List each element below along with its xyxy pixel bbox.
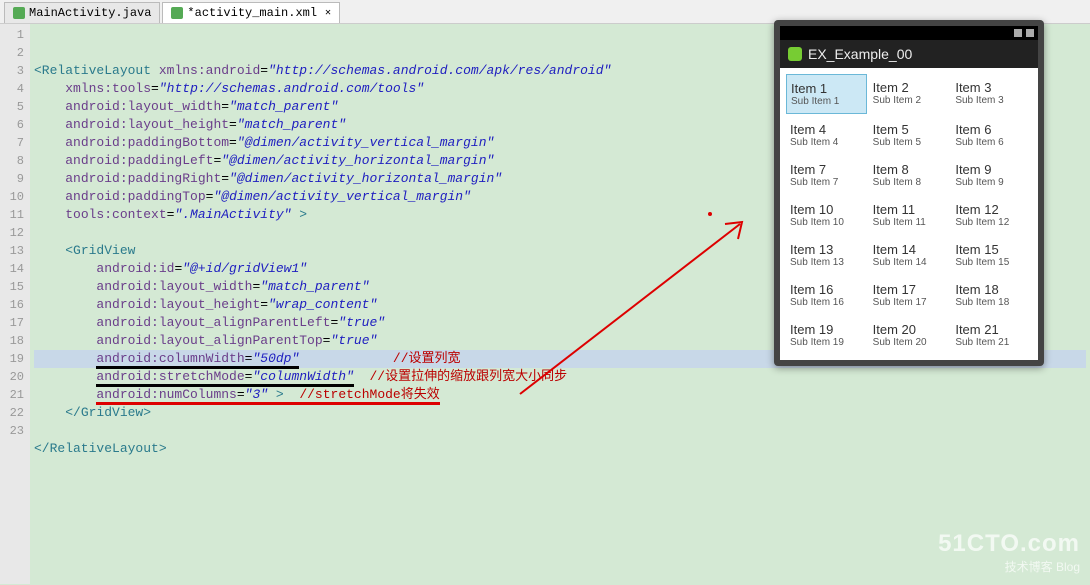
grid-item-subtitle: Sub Item 1 xyxy=(791,96,862,107)
grid-item[interactable]: Item 7Sub Item 7 xyxy=(786,156,867,194)
watermark-big: 51CTO.com xyxy=(938,530,1080,558)
close-icon[interactable]: ✕ xyxy=(325,7,331,19)
grid-item-subtitle: Sub Item 8 xyxy=(873,177,946,188)
grid-item-title: Item 1 xyxy=(791,81,862,96)
code-line[interactable] xyxy=(34,458,1086,476)
grid-item[interactable]: Item 5Sub Item 5 xyxy=(869,116,950,154)
code-line[interactable]: android:stretchMode="columnWidth" //设置拉伸… xyxy=(34,368,1086,386)
grid-item-title: Item 17 xyxy=(873,282,946,297)
grid-item[interactable]: Item 8Sub Item 8 xyxy=(869,156,950,194)
grid-item-subtitle: Sub Item 18 xyxy=(955,297,1028,308)
grid-item-title: Item 10 xyxy=(790,202,863,217)
app-icon xyxy=(788,47,802,61)
grid-item-title: Item 13 xyxy=(790,242,863,257)
grid-item[interactable]: Item 10Sub Item 10 xyxy=(786,196,867,234)
line-gutter: 1234567891011121314151617181920212223 xyxy=(0,24,30,584)
grid-item[interactable]: Item 11Sub Item 11 xyxy=(869,196,950,234)
grid-item-title: Item 12 xyxy=(955,202,1028,217)
grid-item[interactable]: Item 4Sub Item 4 xyxy=(786,116,867,154)
grid-item-subtitle: Sub Item 20 xyxy=(873,337,946,348)
grid-item-subtitle: Sub Item 19 xyxy=(790,337,863,348)
grid-item-title: Item 20 xyxy=(873,322,946,337)
grid-item-title: Item 21 xyxy=(955,322,1028,337)
grid-item-title: Item 9 xyxy=(955,162,1028,177)
grid-item-title: Item 16 xyxy=(790,282,863,297)
grid-item-subtitle: Sub Item 14 xyxy=(873,257,946,268)
app-title: EX_Example_00 xyxy=(808,46,912,62)
grid-item-subtitle: Sub Item 7 xyxy=(790,177,863,188)
grid-item-subtitle: Sub Item 5 xyxy=(873,137,946,148)
grid-item-title: Item 8 xyxy=(873,162,946,177)
code-line[interactable]: android:numColumns="3" > //stretchMode将失… xyxy=(34,386,1086,404)
grid-item[interactable]: Item 6Sub Item 6 xyxy=(951,116,1032,154)
battery-icon xyxy=(1026,29,1034,37)
grid-item[interactable]: Item 1Sub Item 1 xyxy=(786,74,867,114)
grid-item-title: Item 6 xyxy=(955,122,1028,137)
grid-item-subtitle: Sub Item 6 xyxy=(955,137,1028,148)
code-line[interactable] xyxy=(34,422,1086,440)
grid-item[interactable]: Item 18Sub Item 18 xyxy=(951,276,1032,314)
app-titlebar: EX_Example_00 xyxy=(780,40,1038,68)
device-content: Item 1Sub Item 1Item 2Sub Item 2Item 3Su… xyxy=(780,68,1038,360)
grid-item[interactable]: Item 3Sub Item 3 xyxy=(951,74,1032,114)
grid-item-title: Item 19 xyxy=(790,322,863,337)
file-icon xyxy=(13,7,25,19)
grid-item-subtitle: Sub Item 17 xyxy=(873,297,946,308)
tab-1[interactable]: *activity_main.xml ✕ xyxy=(162,2,340,23)
grid-item[interactable]: Item 20Sub Item 20 xyxy=(869,316,950,354)
grid-item[interactable]: Item 13Sub Item 13 xyxy=(786,236,867,274)
grid-item-title: Item 3 xyxy=(955,80,1028,95)
grid-item[interactable]: Item 2Sub Item 2 xyxy=(869,74,950,114)
grid-item-title: Item 15 xyxy=(955,242,1028,257)
grid-item[interactable]: Item 9Sub Item 9 xyxy=(951,156,1032,194)
emulator-preview: EX_Example_00 Item 1Sub Item 1Item 2Sub … xyxy=(774,20,1044,366)
signal-icon xyxy=(1014,29,1022,37)
grid-item-subtitle: Sub Item 21 xyxy=(955,337,1028,348)
watermark: 51CTO.com 技术博客 Blog xyxy=(938,530,1080,575)
grid-item-subtitle: Sub Item 11 xyxy=(873,217,946,228)
grid-item-title: Item 11 xyxy=(873,202,946,217)
grid-item-title: Item 14 xyxy=(873,242,946,257)
grid-item[interactable]: Item 14Sub Item 14 xyxy=(869,236,950,274)
grid-item-subtitle: Sub Item 3 xyxy=(955,95,1028,106)
grid-item[interactable]: Item 21Sub Item 21 xyxy=(951,316,1032,354)
grid-item-subtitle: Sub Item 15 xyxy=(955,257,1028,268)
grid-item[interactable]: Item 12Sub Item 12 xyxy=(951,196,1032,234)
grid-item[interactable]: Item 17Sub Item 17 xyxy=(869,276,950,314)
grid-item-subtitle: Sub Item 9 xyxy=(955,177,1028,188)
code-line[interactable]: </RelativeLayout> xyxy=(34,440,1086,458)
file-icon xyxy=(171,7,183,19)
code-line[interactable]: </GridView> xyxy=(34,404,1086,422)
grid-item[interactable]: Item 19Sub Item 19 xyxy=(786,316,867,354)
tab-label: *activity_main.xml xyxy=(187,6,317,20)
grid-item-subtitle: Sub Item 4 xyxy=(790,137,863,148)
grid-item-subtitle: Sub Item 13 xyxy=(790,257,863,268)
gridview[interactable]: Item 1Sub Item 1Item 2Sub Item 2Item 3Su… xyxy=(786,74,1032,354)
grid-item-title: Item 5 xyxy=(873,122,946,137)
watermark-small: 技术博客 Blog xyxy=(938,558,1080,575)
tab-0[interactable]: MainActivity.java xyxy=(4,2,160,23)
grid-item-subtitle: Sub Item 16 xyxy=(790,297,863,308)
grid-item-subtitle: Sub Item 10 xyxy=(790,217,863,228)
grid-item-title: Item 2 xyxy=(873,80,946,95)
grid-item[interactable]: Item 16Sub Item 16 xyxy=(786,276,867,314)
grid-item-subtitle: Sub Item 12 xyxy=(955,217,1028,228)
tab-label: MainActivity.java xyxy=(29,6,151,20)
grid-item[interactable]: Item 15Sub Item 15 xyxy=(951,236,1032,274)
grid-item-subtitle: Sub Item 2 xyxy=(873,95,946,106)
device-statusbar xyxy=(780,26,1038,40)
grid-item-title: Item 4 xyxy=(790,122,863,137)
grid-item-title: Item 18 xyxy=(955,282,1028,297)
grid-item-title: Item 7 xyxy=(790,162,863,177)
